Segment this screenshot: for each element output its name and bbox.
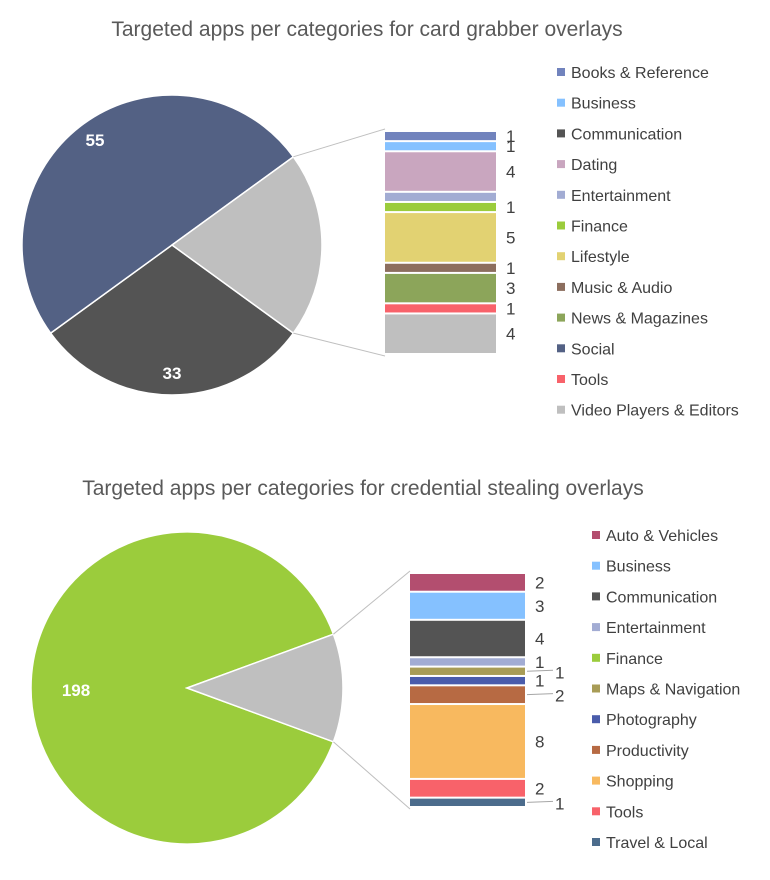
connector-line: [333, 570, 411, 635]
bar-segment-business: [410, 592, 525, 619]
charts-svg: Targeted apps per categories for card gr…: [21, 18, 740, 852]
legend-item-communication: Communication: [606, 589, 717, 606]
legend-item-maps-navigation: Maps & Navigation: [606, 682, 740, 699]
legend-item-entertainment: Entertainment: [571, 188, 671, 205]
bar-data-label: 1: [535, 672, 544, 691]
bar-segment-tools: [385, 304, 496, 313]
legend-swatch: [557, 313, 565, 322]
chart-title-credential-stealing: Targeted apps per categories for credent…: [82, 477, 643, 500]
bar-data-label: 2: [535, 573, 544, 592]
bar-data-label: 1: [506, 137, 515, 156]
legend-item-tools: Tools: [571, 372, 608, 389]
bar-data-label: 1: [506, 259, 515, 278]
bar-segment-entertainment: [410, 658, 525, 666]
pie-data-label: 33: [163, 364, 182, 383]
legend-swatch: [592, 653, 600, 662]
bar-segment-lifestyle: [385, 213, 496, 262]
legend-item-shopping: Shopping: [606, 774, 674, 791]
bar-data-label: 2: [555, 687, 564, 706]
bar-segment-finance: [385, 202, 496, 212]
chart-figure: Targeted apps per categories for card gr…: [0, 0, 770, 880]
legend-swatch: [557, 344, 565, 353]
leader-line: [526, 693, 554, 696]
legend-swatch: [592, 838, 600, 846]
leader-line: [526, 800, 554, 803]
legend-swatch: [592, 623, 600, 632]
legend-swatch: [592, 715, 600, 724]
legend-swatch: [557, 129, 565, 138]
bar-data-label: 4: [535, 630, 544, 649]
bar-segment-auto-vehicles: [410, 574, 525, 591]
bar-segment-tools: [410, 779, 525, 797]
legend-swatch: [557, 98, 565, 107]
legend-item-tools: Tools: [606, 804, 643, 821]
pie-data-label: 55: [86, 131, 105, 150]
pie-data-label: 198: [62, 681, 90, 700]
bar-segment-dating: [385, 152, 496, 191]
connector-line: [333, 741, 411, 810]
bar-segment-news-magazines: [385, 273, 496, 303]
bar-data-label: 1: [506, 299, 515, 318]
bar-data-label: 1: [555, 663, 564, 682]
legend-item-business: Business: [606, 559, 671, 576]
legend-swatch: [557, 160, 565, 169]
legend-swatch: [592, 561, 600, 570]
bar-segment-shopping: [410, 705, 525, 778]
legend-item-social: Social: [571, 341, 615, 358]
bar-segment-productivity: [410, 686, 525, 704]
legend-swatch: [557, 68, 565, 76]
bar-data-label: 4: [506, 325, 515, 344]
bar-data-label: 1: [535, 653, 544, 672]
legend-item-photography: Photography: [606, 712, 697, 729]
legend-swatch: [592, 807, 600, 816]
legend-swatch: [557, 252, 565, 261]
bar-segment-books-reference: [385, 132, 496, 141]
bar-data-label: 5: [506, 228, 515, 247]
bar-segment-business: [385, 142, 496, 151]
legend-item-finance: Finance: [606, 651, 663, 668]
bar-data-label: 4: [506, 163, 515, 182]
bar-data-label: 8: [535, 732, 544, 751]
bar-segment-maps-navigation: [410, 667, 525, 675]
legend-swatch: [592, 531, 600, 539]
legend-item-news-magazines: News & Magazines: [571, 311, 708, 328]
connector-line: [293, 332, 386, 357]
legend-swatch: [557, 221, 565, 230]
legend-item-business: Business: [571, 96, 636, 113]
legend-item-travel-local: Travel & Local: [606, 835, 708, 852]
legend-item-entertainment: Entertainment: [606, 620, 706, 637]
legend-item-dating: Dating: [571, 157, 617, 174]
legend-item-communication: Communication: [571, 126, 682, 143]
bar-data-label: 3: [506, 279, 515, 298]
legend-swatch: [557, 190, 565, 199]
bar-data-label: 1: [506, 198, 515, 217]
legend-swatch: [592, 776, 600, 785]
legend-item-finance: Finance: [571, 219, 628, 236]
bar-data-label: 1: [555, 794, 564, 813]
legend-item-lifestyle: Lifestyle: [571, 249, 630, 266]
bar-data-label: 3: [535, 597, 544, 616]
bar-segment-travel-local: [410, 798, 525, 806]
legend-item-books-reference: Books & Reference: [571, 65, 709, 82]
bar-data-label: 2: [535, 779, 544, 798]
legend-swatch: [557, 375, 565, 383]
legend-item-productivity: Productivity: [606, 743, 689, 760]
legend-item-auto-vehicles: Auto & Vehicles: [606, 528, 718, 545]
bar-segment-video-players-editors: [385, 314, 496, 353]
legend-swatch: [592, 745, 600, 754]
legend-item-music-audio: Music & Audio: [571, 280, 672, 297]
bar-segment-entertainment: [385, 192, 496, 201]
bar-segment-communication: [410, 620, 525, 657]
legend-swatch: [592, 592, 600, 601]
legend-swatch: [557, 405, 565, 414]
legend-swatch: [592, 684, 600, 693]
legend-item-video-players-editors: Video Players & Editors: [571, 403, 739, 420]
bar-segment-photography: [410, 676, 525, 685]
connector-line: [293, 128, 386, 158]
legend-swatch: [557, 282, 565, 291]
chart-title-card-grabber: Targeted apps per categories for card gr…: [111, 18, 622, 41]
bar-segment-music-audio: [385, 263, 496, 272]
